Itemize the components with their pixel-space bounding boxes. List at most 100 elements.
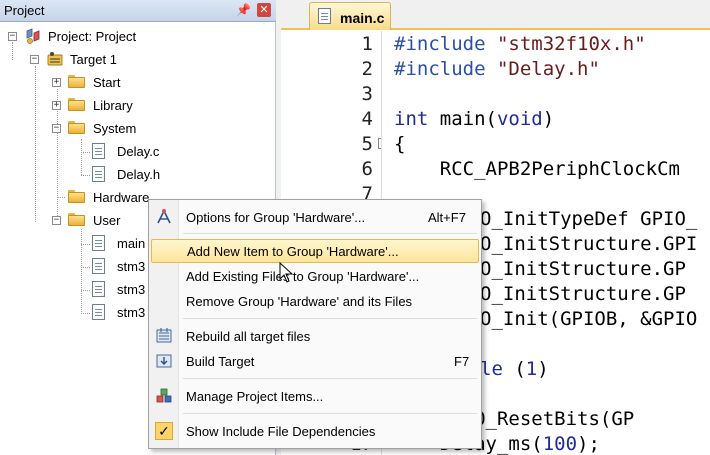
folder-open-icon	[68, 213, 85, 226]
menu-item-remove-group[interactable]: Remove Group 'Hardware' and its Files	[151, 289, 479, 313]
menu-separator	[183, 378, 477, 379]
line-number: 4	[361, 108, 373, 130]
tree-label: Target 1	[70, 52, 117, 67]
code-token: 100	[542, 433, 578, 455]
tree-label: Delay.c	[117, 144, 160, 159]
code-line: #include "Delay.h"	[394, 58, 600, 80]
context-menu: Options for Group 'Hardware'... Alt+F7 A…	[148, 199, 482, 449]
file-icon	[92, 166, 105, 182]
tree-label: Hardware	[93, 190, 150, 205]
menu-item-shortcut: Alt+F7	[428, 210, 466, 225]
file-icon	[92, 281, 105, 297]
line-number: 3	[361, 83, 373, 105]
target-icon	[47, 52, 63, 66]
tree-item-target[interactable]: − Target 1	[0, 48, 276, 70]
file-icon	[318, 8, 331, 24]
menu-item-label: Add New Item to Group 'Hardware'...	[187, 244, 399, 259]
folder-icon	[68, 75, 85, 88]
menu-item-label: Show Include File Dependencies	[186, 424, 376, 439]
code-line: O_InitStructure.GPI	[480, 233, 698, 255]
file-icon	[92, 258, 105, 274]
mouse-cursor-icon	[279, 262, 294, 283]
folder-open-icon	[68, 121, 85, 134]
close-icon[interactable]: ✕	[257, 3, 271, 17]
line-number: 2	[361, 58, 373, 80]
tab-main-c[interactable]: main.c	[309, 2, 391, 30]
code-line: {	[394, 133, 406, 155]
build-icon	[156, 354, 172, 368]
pin-icon[interactable]: 📌	[236, 3, 251, 18]
code-line: int main(void)	[394, 108, 554, 130]
menu-item-label: Add Existing Files to Group 'Hardware'..…	[186, 269, 420, 284]
menu-item-shortcut: F7	[454, 354, 470, 369]
line-number: 1	[361, 33, 373, 55]
expand-icon[interactable]: +	[52, 101, 61, 110]
file-icon	[92, 304, 105, 320]
menu-item-add-new-item[interactable]: Add New Item to Group 'Hardware'...	[151, 239, 479, 263]
code-token: int	[394, 108, 429, 130]
menu-item-label: Rebuild all target files	[186, 329, 311, 344]
expand-icon[interactable]: +	[52, 78, 61, 87]
check-icon: ✓	[155, 422, 173, 440]
tree-label: Delay.h	[117, 167, 161, 182]
code-token: "stm32f10x.h"	[496, 33, 646, 55]
folder-icon	[68, 98, 85, 111]
line-number: 6	[361, 158, 373, 180]
tree-label: Start	[93, 75, 121, 90]
menu-item-label: Build Target	[186, 354, 255, 369]
rebuild-icon	[156, 328, 172, 343]
menu-item-label: Remove Group 'Hardware' and its Files	[186, 294, 413, 309]
menu-separator	[183, 413, 477, 414]
tree-item-group-library[interactable]: + Library	[0, 94, 276, 116]
folder-icon	[68, 190, 85, 203]
collapse-icon[interactable]: −	[52, 216, 61, 225]
manage-icon	[156, 388, 172, 403]
code-token: )	[542, 108, 555, 130]
tab-label: main.c	[340, 10, 385, 26]
tree-item-file-delay-h[interactable]: Delay.h	[0, 163, 276, 185]
menu-item-rebuild-all[interactable]: Rebuild all target files	[151, 324, 479, 348]
editor-tab-strip: main.c	[281, 0, 710, 30]
code-token: void	[496, 108, 543, 130]
menu-separator	[183, 318, 477, 319]
options-icon	[157, 209, 171, 224]
tree-item-file-delay-c[interactable]: Delay.c	[0, 140, 276, 162]
tree-label: System	[93, 121, 137, 136]
file-icon	[92, 235, 105, 251]
menu-item-options-for-group[interactable]: Options for Group 'Hardware'... Alt+F7	[151, 205, 479, 229]
tree-label: stm3	[117, 282, 146, 297]
menu-separator	[183, 233, 477, 234]
collapse-icon[interactable]: −	[8, 32, 17, 41]
tree-label: Library	[93, 98, 133, 113]
code-line: le (1)	[480, 358, 549, 380]
tree-item-project-root[interactable]: − Project: Project	[0, 25, 276, 47]
code-token: #include	[394, 33, 486, 55]
menu-item-show-include-deps[interactable]: ✓ Show Include File Dependencies	[151, 419, 479, 443]
menu-item-label: Manage Project Items...	[186, 389, 324, 404]
collapse-icon[interactable]: −	[52, 124, 61, 133]
collapse-icon[interactable]: −	[30, 55, 39, 64]
project-icon	[26, 28, 40, 44]
menu-item-manage-project-items[interactable]: Manage Project Items...	[151, 384, 479, 408]
line-number: 5	[361, 133, 373, 155]
tree-label: stm3	[117, 305, 146, 320]
code-line: #include "stm32f10x.h"	[394, 33, 646, 55]
menu-item-build-target[interactable]: Build Target F7	[151, 349, 479, 373]
code-token: main(	[428, 108, 497, 130]
menu-item-add-existing-files[interactable]: Add Existing Files to Group 'Hardware'..…	[151, 264, 479, 288]
tree-label: User	[93, 213, 121, 228]
code-token: );	[577, 433, 600, 455]
project-panel-title: Project	[4, 3, 45, 18]
code-line: O_Init(GPIOB, &GPIO	[480, 308, 698, 330]
code-line: O_InitStructure.GP	[480, 283, 686, 305]
menu-item-label: Options for Group 'Hardware'...	[186, 210, 366, 225]
tree-label: stm3	[117, 259, 146, 274]
file-icon	[92, 143, 105, 159]
code-line: O_InitTypeDef GPIO_	[480, 208, 698, 230]
tree-item-group-system[interactable]: − System	[0, 117, 276, 139]
project-panel-titlebar: Project 📌 ✕	[0, 0, 276, 22]
code-token: le	[480, 358, 503, 380]
tree-label: Project: Project	[48, 29, 137, 44]
code-token: #include	[394, 58, 486, 80]
tree-item-group-start[interactable]: + Start	[0, 71, 276, 93]
